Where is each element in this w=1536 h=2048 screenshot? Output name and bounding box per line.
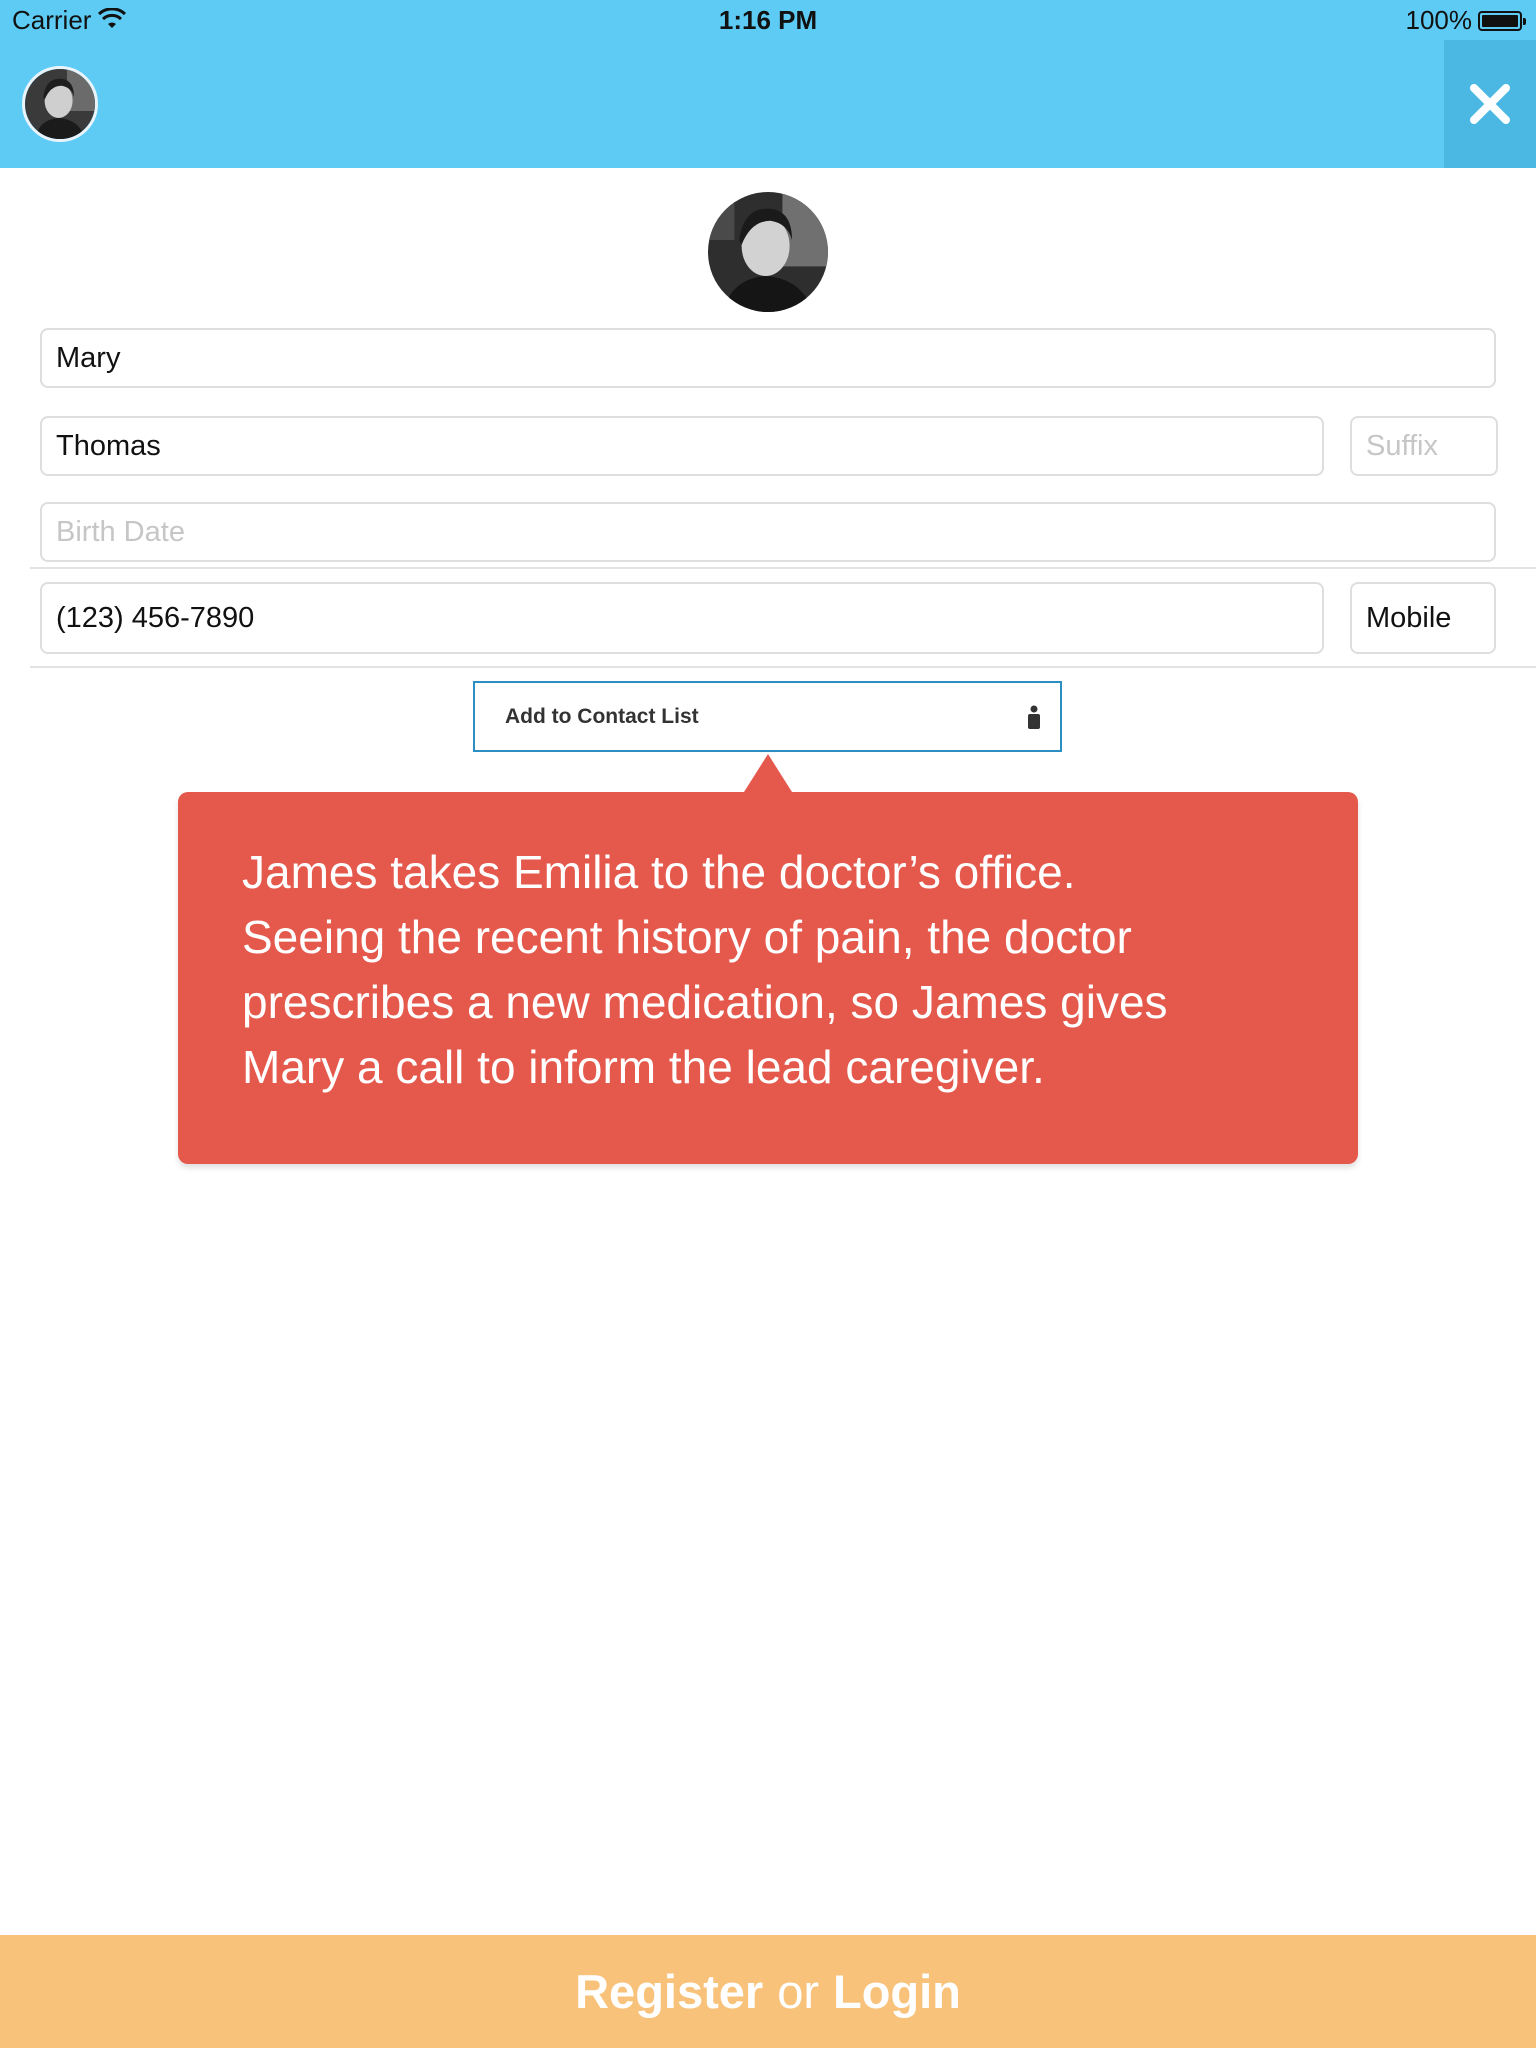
callout-pointer bbox=[744, 754, 792, 792]
person-icon bbox=[1028, 705, 1040, 729]
last-name-value: Thomas bbox=[56, 429, 161, 462]
section-divider bbox=[30, 567, 1536, 569]
suffix-field[interactable] bbox=[1350, 416, 1498, 476]
add-to-contact-list-button[interactable]: Add to Contact List bbox=[473, 681, 1062, 752]
battery-percentage: 100% bbox=[1405, 5, 1473, 35]
tutorial-callout: James takes Emilia to the doctor’s offic… bbox=[178, 792, 1358, 1164]
suffix-input[interactable] bbox=[1366, 418, 1482, 474]
profile-avatar[interactable] bbox=[22, 66, 98, 142]
birth-date-input[interactable] bbox=[56, 504, 1480, 560]
battery-icon bbox=[1478, 11, 1526, 31]
register-link[interactable]: Register bbox=[575, 1964, 763, 2019]
section-divider bbox=[30, 666, 1536, 668]
contact-photo[interactable] bbox=[708, 192, 828, 312]
first-name-value: Mary bbox=[56, 341, 121, 374]
or-label: or bbox=[777, 1965, 819, 2018]
user-avatar-icon bbox=[25, 69, 95, 139]
callout-text-line: James takes Emilia to the doctor’s offic… bbox=[242, 846, 1076, 898]
clock: 1:16 PM bbox=[718, 5, 818, 35]
callout-text-line: Mary a call to inform the lead caregiver… bbox=[242, 1041, 1045, 1093]
app-screen: Carrier 1:16 PM 100% Mary Thomas Suffix … bbox=[0, 0, 1536, 2048]
nav-bar bbox=[0, 40, 1536, 168]
login-link[interactable]: Login bbox=[833, 1964, 961, 2019]
phone-field[interactable]: (123) 456-7890 bbox=[40, 582, 1324, 654]
phone-type-select[interactable]: Mobile bbox=[1350, 582, 1496, 654]
callout-text-line: Seeing the recent history of pain, the d… bbox=[242, 911, 1132, 963]
contact-avatar-icon bbox=[708, 192, 828, 312]
phone-type-value: Mobile bbox=[1366, 601, 1452, 634]
close-icon bbox=[1470, 84, 1510, 124]
first-name-field[interactable]: Mary bbox=[40, 328, 1496, 388]
callout-text-line: prescribes a new medication, so James gi… bbox=[242, 976, 1168, 1028]
auth-bar: Register or Login bbox=[0, 1935, 1536, 2048]
status-bar: Carrier 1:16 PM 100% bbox=[0, 0, 1536, 40]
birth-date-field[interactable] bbox=[40, 502, 1496, 562]
last-name-field[interactable]: Thomas bbox=[40, 416, 1324, 476]
add-to-contact-list-label: Add to Contact List bbox=[505, 704, 699, 728]
close-button[interactable] bbox=[1444, 40, 1536, 168]
phone-value: (123) 456-7890 bbox=[56, 601, 255, 634]
